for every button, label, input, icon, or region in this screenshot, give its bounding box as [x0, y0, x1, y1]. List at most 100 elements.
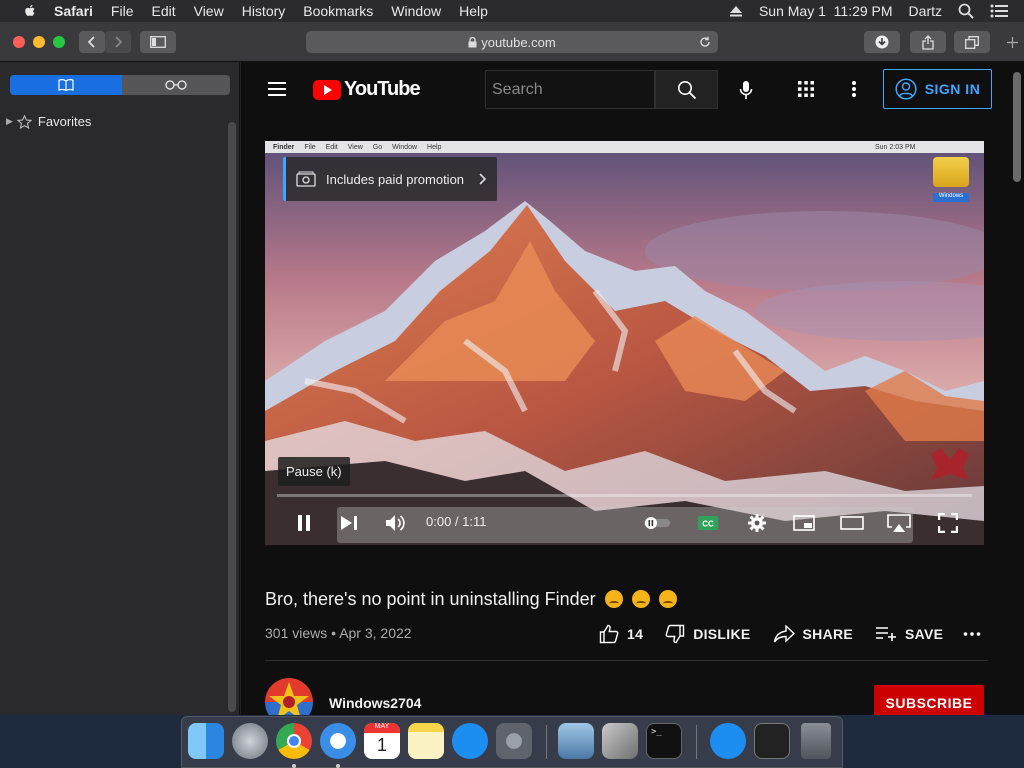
- back-button[interactable]: [79, 31, 105, 53]
- search-button[interactable]: [655, 70, 718, 109]
- airplay-icon: [887, 514, 911, 532]
- app-store-download-icon[interactable]: [710, 723, 746, 759]
- chrome-icon[interactable]: [276, 723, 312, 759]
- apple-icon[interactable]: [20, 3, 40, 19]
- like-button[interactable]: 14: [599, 624, 643, 644]
- forward-button[interactable]: [105, 31, 131, 53]
- sign-in-button[interactable]: SIGN IN: [883, 69, 992, 109]
- preview-icon[interactable]: [558, 723, 594, 759]
- menu-window[interactable]: Window: [391, 3, 441, 19]
- safari-icon[interactable]: [320, 723, 356, 759]
- bookmarks-tab[interactable]: [10, 75, 122, 95]
- airplay-button[interactable]: [885, 511, 913, 535]
- subscribe-button[interactable]: SUBSCRIBE: [874, 685, 984, 715]
- finder-icon[interactable]: [188, 723, 224, 759]
- settings-button[interactable]: [745, 511, 769, 535]
- game-icon[interactable]: [754, 723, 790, 759]
- channel-watermark-icon[interactable]: [929, 446, 971, 482]
- menu-help[interactable]: Help: [459, 3, 488, 19]
- disclosure-triangle-icon[interactable]: ▶: [6, 116, 13, 127]
- play-pause-button[interactable]: [291, 511, 317, 535]
- reload-icon[interactable]: [699, 36, 711, 48]
- menu-file[interactable]: File: [111, 3, 134, 19]
- channel-avatar[interactable]: [265, 678, 313, 715]
- next-video-button[interactable]: [337, 511, 361, 535]
- paid-promotion-text: Includes paid promotion: [326, 171, 465, 187]
- smirk-emoji-icon: [658, 590, 677, 608]
- spotlight-search-icon[interactable]: [958, 3, 974, 19]
- menubar-clock[interactable]: Sun May 1 11:29 PM: [759, 3, 893, 19]
- autoplay-toggle[interactable]: [643, 511, 673, 535]
- favorites-item[interactable]: ▶ Favorites: [6, 114, 91, 129]
- reading-list-tab[interactable]: [122, 75, 230, 95]
- skip-next-icon: [341, 516, 357, 530]
- new-tab-button[interactable]: [1000, 31, 1024, 53]
- minimize-window-button[interactable]: [33, 36, 45, 48]
- sidebar-scrollbar[interactable]: [228, 122, 236, 712]
- menu-edit[interactable]: Edit: [151, 3, 175, 19]
- page-scrollbar[interactable]: [1013, 72, 1021, 182]
- progress-bar[interactable]: [277, 494, 972, 497]
- zoom-window-button[interactable]: [53, 36, 65, 48]
- search-icon: [677, 80, 696, 99]
- menubar-user[interactable]: Dartz: [909, 3, 942, 19]
- dock-separator: [546, 725, 547, 759]
- sidebar-toggle-button[interactable]: [140, 31, 176, 53]
- app-store-icon[interactable]: [452, 723, 488, 759]
- view-count: 301 views: [265, 625, 328, 641]
- youtube-play-icon: [313, 79, 341, 100]
- notes-icon[interactable]: [408, 723, 444, 759]
- theater-mode-icon: [840, 516, 864, 530]
- dislike-button[interactable]: DISLIKE: [665, 624, 750, 644]
- apps-grid-icon[interactable]: [796, 79, 816, 99]
- video-player[interactable]: Finder File Edit View Go Window Help Sun…: [265, 141, 984, 545]
- embedded-menu-view: View: [347, 143, 363, 151]
- pause-tooltip: Pause (k): [278, 457, 350, 486]
- terminal-icon[interactable]: >_: [646, 723, 682, 759]
- chevron-right-icon: [115, 36, 123, 48]
- address-bar[interactable]: youtube.com: [306, 31, 718, 53]
- calendar-day: 1: [376, 735, 387, 755]
- eject-icon[interactable]: [729, 5, 743, 17]
- notification-center-icon[interactable]: [990, 4, 1008, 18]
- fullscreen-button[interactable]: [935, 511, 961, 535]
- more-vertical-icon[interactable]: [849, 79, 859, 99]
- embedded-menu-file: File: [304, 143, 316, 151]
- more-horizontal-icon[interactable]: [963, 631, 981, 637]
- theater-mode-button[interactable]: [839, 511, 865, 535]
- system-preferences-icon[interactable]: [496, 723, 532, 759]
- downloads-button[interactable]: [864, 31, 900, 53]
- trash-icon[interactable]: [801, 723, 831, 759]
- youtube-logo[interactable]: YouTube: [313, 78, 421, 101]
- closed-captions-button[interactable]: CC: [697, 511, 719, 535]
- share-video-button[interactable]: SHARE: [773, 625, 854, 643]
- channel-name[interactable]: Windows2704: [329, 695, 421, 711]
- share-button[interactable]: [910, 31, 946, 53]
- utilities-icon[interactable]: [602, 723, 638, 759]
- save-button[interactable]: SAVE: [875, 626, 943, 642]
- menu-app-safari[interactable]: Safari: [54, 3, 93, 19]
- account-icon: [895, 78, 917, 100]
- calendar-icon[interactable]: MAY 1: [364, 723, 400, 759]
- search-input[interactable]: Search: [485, 70, 655, 109]
- embedded-mac-menubar: Finder File Edit View Go Window Help Sun…: [265, 141, 984, 153]
- launchpad-icon[interactable]: [232, 723, 268, 759]
- plus-icon: [1006, 36, 1018, 48]
- chevron-left-icon: [87, 36, 95, 48]
- menu-bookmarks[interactable]: Bookmarks: [303, 3, 373, 19]
- miniplayer-button[interactable]: [791, 511, 817, 535]
- close-window-button[interactable]: [13, 36, 25, 48]
- menu-hamburger-icon[interactable]: [268, 82, 286, 96]
- tab-overview-button[interactable]: [954, 31, 990, 53]
- menu-history[interactable]: History: [242, 3, 286, 19]
- gear-icon: [748, 514, 766, 532]
- voice-search-button[interactable]: [734, 78, 758, 102]
- drive-label: Windows: [933, 193, 969, 202]
- divider: [265, 660, 988, 661]
- mute-button[interactable]: [383, 511, 409, 535]
- calendar-month: MAY: [364, 723, 400, 733]
- menu-view[interactable]: View: [194, 3, 224, 19]
- pause-icon: [298, 515, 310, 531]
- smirk-emoji-icon: [631, 590, 650, 608]
- paid-promotion-banner[interactable]: Includes paid promotion: [283, 157, 497, 201]
